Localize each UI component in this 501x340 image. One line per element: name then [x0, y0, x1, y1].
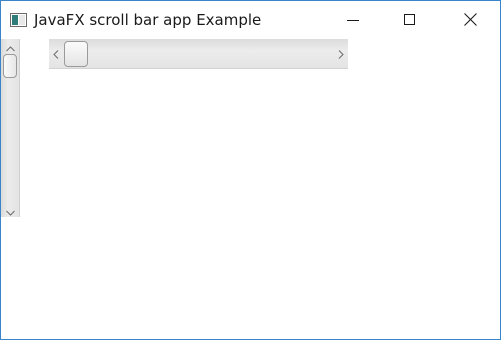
- horizontal-scrollbar[interactable]: [49, 39, 348, 69]
- vertical-scrollbar[interactable]: [1, 39, 20, 217]
- scroll-right-button[interactable]: [334, 39, 348, 68]
- scroll-down-button[interactable]: [1, 203, 19, 217]
- java-app-icon: [10, 12, 27, 27]
- maximize-button[interactable]: [387, 1, 433, 39]
- chevron-right-icon: [338, 44, 344, 63]
- minimize-button[interactable]: [330, 1, 376, 39]
- close-icon: [463, 11, 477, 30]
- minimize-icon: [347, 11, 359, 30]
- title-bar[interactable]: JavaFX scroll bar app Example: [1, 1, 500, 39]
- scroll-left-button[interactable]: [49, 39, 63, 68]
- horizontal-scroll-thumb[interactable]: [64, 41, 88, 67]
- content-area: [1, 39, 500, 339]
- close-button[interactable]: [447, 1, 493, 39]
- window-title: JavaFX scroll bar app Example: [34, 11, 262, 29]
- chevron-down-icon: [5, 201, 15, 220]
- vertical-scroll-thumb[interactable]: [3, 54, 17, 78]
- app-window: JavaFX scroll bar app Example: [0, 0, 501, 340]
- maximize-icon: [404, 11, 416, 30]
- scroll-up-button[interactable]: [1, 39, 19, 53]
- chevron-left-icon: [53, 44, 59, 63]
- chevron-up-icon: [5, 37, 15, 56]
